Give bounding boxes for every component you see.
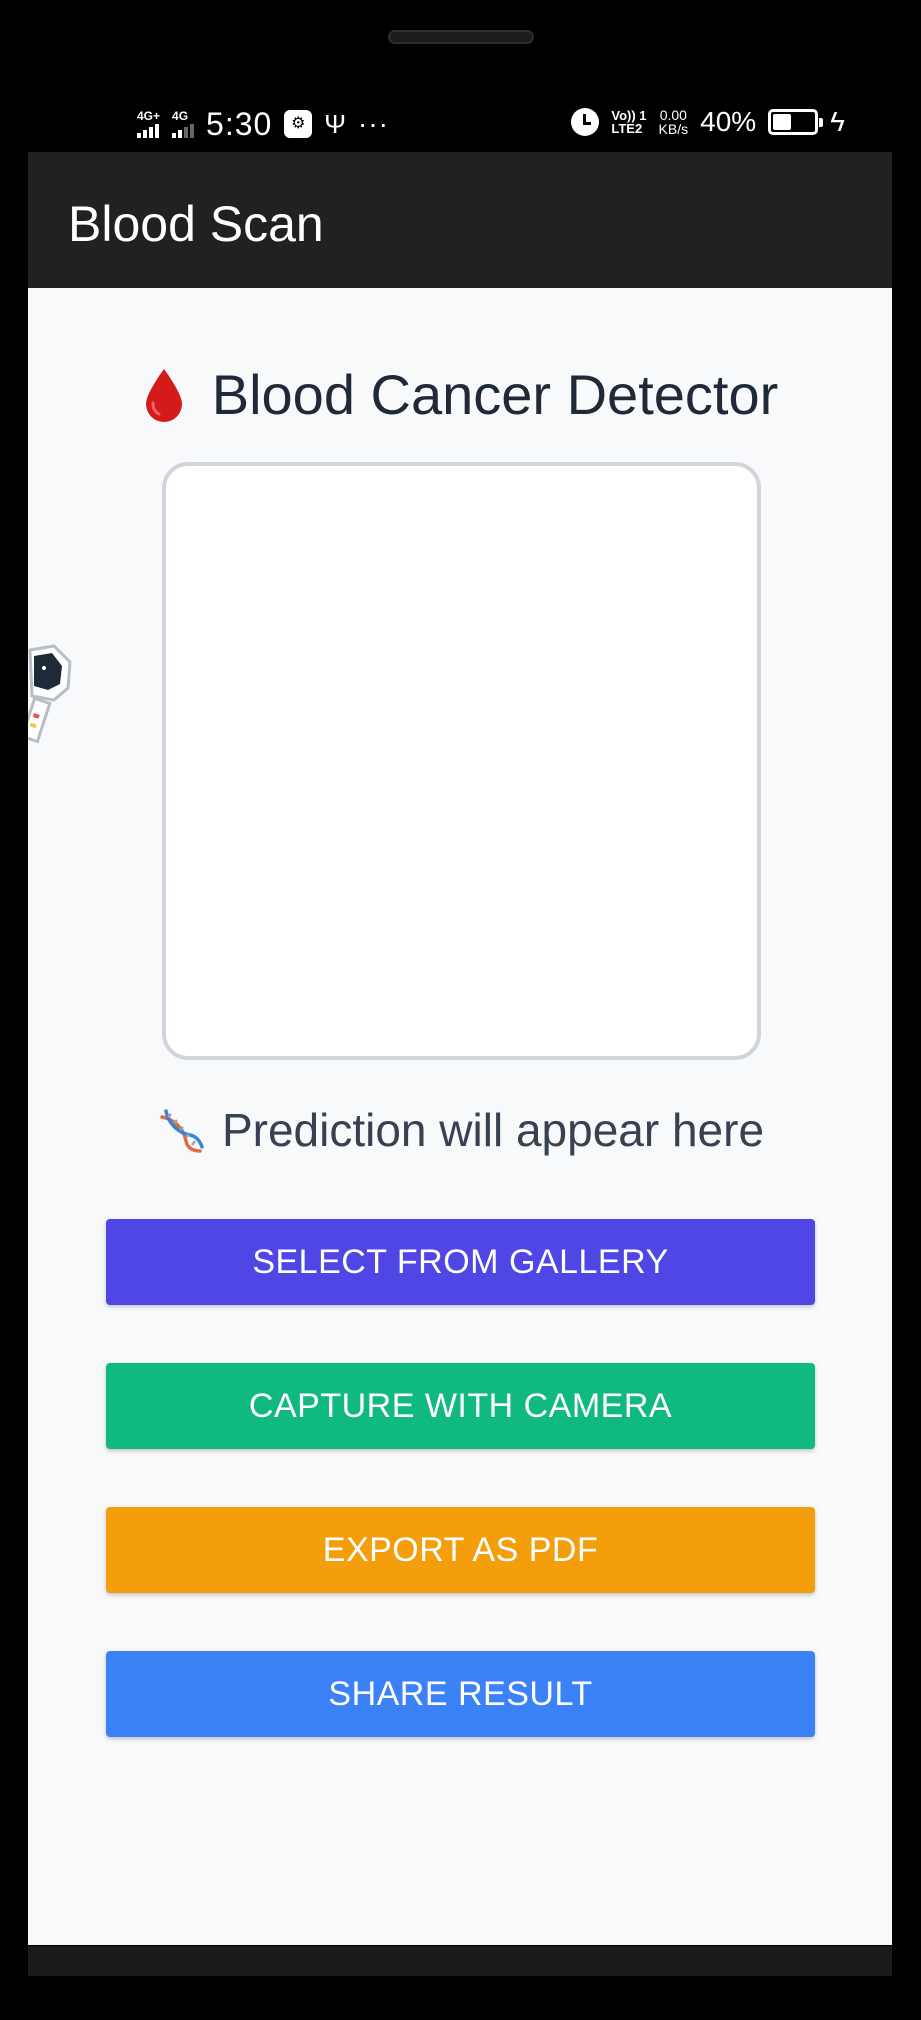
page-title: Blood Cancer Detector — [211, 363, 779, 426]
capture-with-camera-button[interactable]: CAPTURE WITH CAMERA — [106, 1363, 815, 1449]
charging-icon: ϟ — [830, 106, 845, 137]
volte-icon: Vo)) 1 LTE2 — [611, 109, 646, 135]
prediction-text: Prediction will appear here — [221, 1104, 765, 1156]
navigation-bar — [28, 1946, 892, 1976]
status-bar-right: Vo)) 1 LTE2 0.00 KB/s 40% ϟ — [571, 107, 845, 137]
app-bar-title: Blood Scan — [68, 196, 324, 252]
battery-percent: 40% — [700, 106, 757, 137]
app-screen: Blood Scan Blood Cancer Detector Predict… — [28, 152, 892, 1945]
status-bar: 4G+ 4G 5:30 ⚙ Ψ ··· Vo)) 1 LTE2 0.00 KB/… — [0, 95, 921, 151]
dna-icon — [160, 1109, 204, 1153]
battery-icon — [768, 109, 824, 135]
prediction-area: Prediction will appear here — [28, 1102, 892, 1158]
signal-4g-icon: 4G — [172, 109, 195, 138]
network-label-2: 4G — [172, 109, 189, 123]
volte-bottom-label: LTE2 — [611, 121, 643, 136]
select-from-gallery-button[interactable]: SELECT FROM GALLERY — [106, 1219, 815, 1305]
blood-drop-icon — [145, 369, 182, 422]
image-preview-box — [162, 462, 761, 1060]
clock: 5:30 — [206, 106, 273, 142]
speed-unit: KB/s — [658, 121, 689, 137]
page-header: Blood Cancer Detector — [28, 362, 892, 428]
usb-icon: Ψ — [324, 109, 347, 139]
more-notifications-icon: ··· — [358, 108, 390, 139]
export-as-pdf-button[interactable]: EXPORT AS PDF — [106, 1507, 815, 1593]
app-bar: Blood Scan — [28, 152, 892, 288]
status-bar-left: 4G+ 4G 5:30 ⚙ Ψ ··· — [137, 107, 389, 141]
network-speed: 0.00 KB/s — [659, 108, 689, 136]
network-label-1: 4G+ — [137, 109, 161, 123]
signal-4g-plus-icon: 4G+ — [137, 110, 160, 138]
speed-value: 0.00 — [659, 107, 687, 123]
alarm-icon — [571, 108, 600, 136]
app-notification-icon: ⚙ — [284, 110, 313, 138]
battery-fill — [773, 114, 791, 130]
floating-robot-icon — [28, 644, 72, 744]
share-result-button[interactable]: SHARE RESULT — [106, 1651, 815, 1737]
earpiece-speaker — [388, 30, 534, 44]
